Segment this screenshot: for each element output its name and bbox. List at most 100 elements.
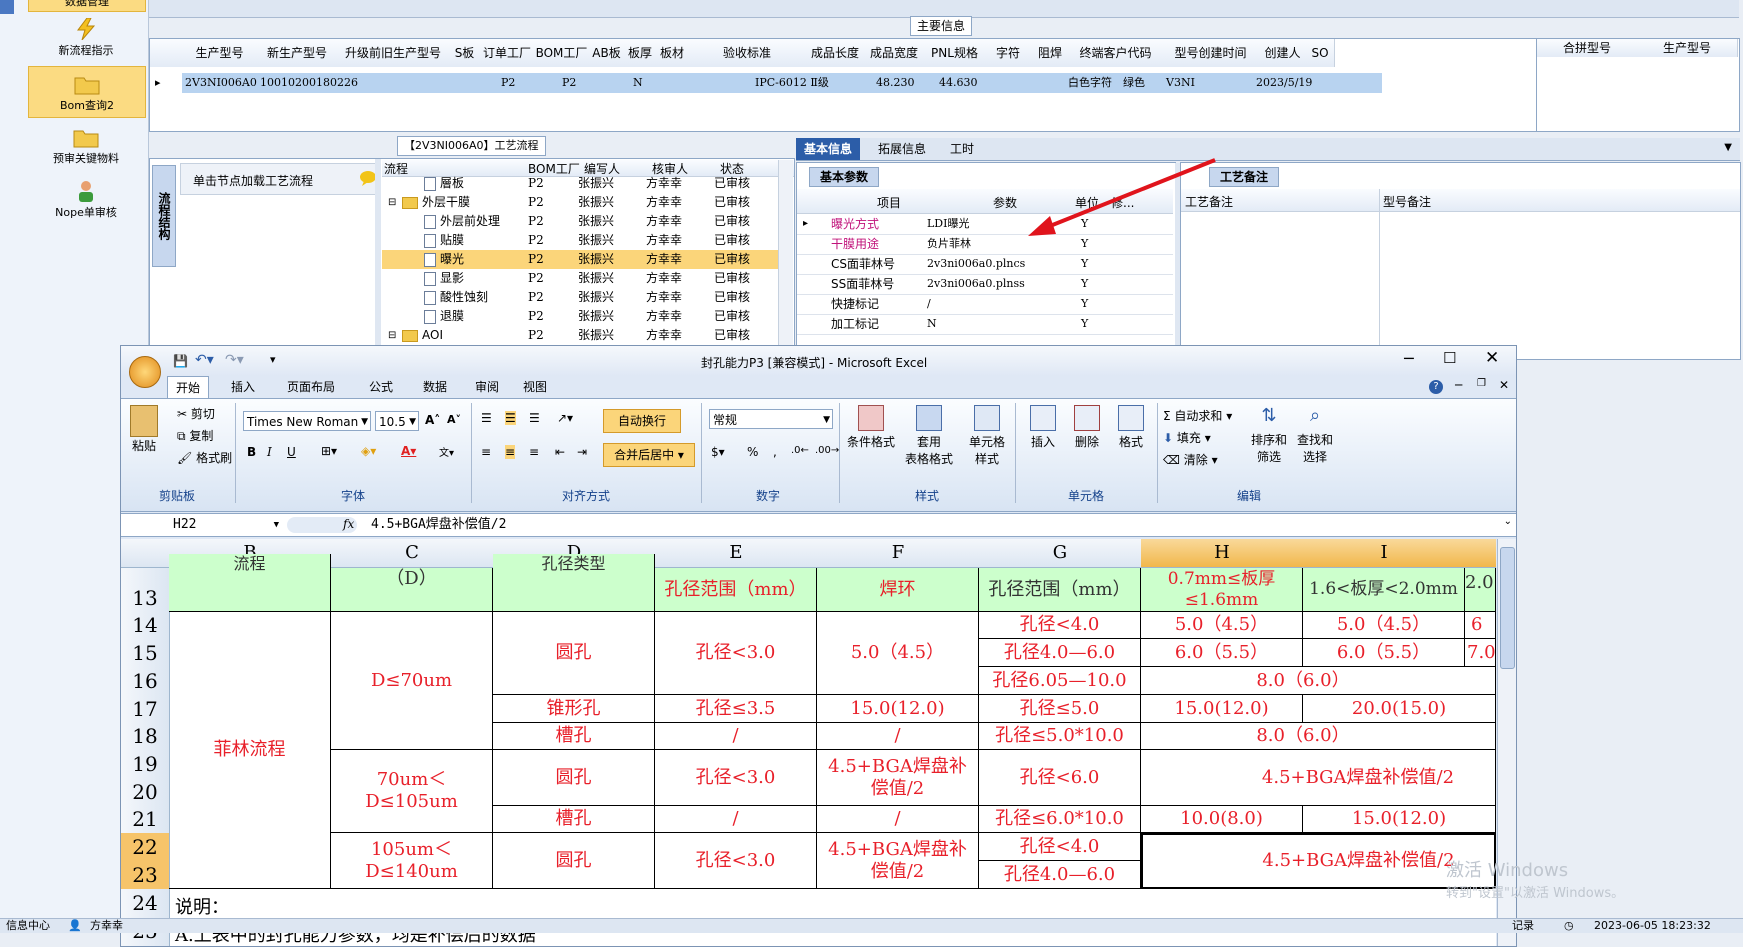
font-name-select[interactable]: Times New Roman ▼ xyxy=(243,411,371,431)
nav-item-new-flow[interactable]: 新流程指示 xyxy=(28,12,144,62)
cell-j14[interactable]: 6 xyxy=(1465,612,1496,639)
percent-icon[interactable]: % xyxy=(747,445,758,459)
cell-d-cone[interactable]: 锥形孔 xyxy=(493,695,655,723)
status-record[interactable]: 记录 xyxy=(1512,919,1534,933)
tree-row[interactable]: 層板 P2 张振兴 方幸幸 已审核 xyxy=(382,174,778,193)
tab-data[interactable]: 数据 xyxy=(415,376,455,398)
row-header[interactable]: 22 xyxy=(121,833,170,862)
decrease-decimal-icon[interactable]: .00→ xyxy=(815,445,839,456)
column-header[interactable]: C xyxy=(331,539,494,568)
merge-center-button[interactable]: 合并后居中 ▾ xyxy=(603,443,695,467)
cell-g17[interactable]: 孔径≤5.0 xyxy=(979,695,1141,723)
collapse-icon[interactable]: ⊟ xyxy=(388,326,396,345)
column-header[interactable]: G xyxy=(979,539,1142,568)
cell-f-18[interactable]: / xyxy=(817,723,979,750)
load-hint-box[interactable]: 单击节点加载工艺流程 xyxy=(180,163,379,195)
copy-button[interactable]: ⧉ 复制 xyxy=(177,427,213,444)
header-cell[interactable]: 字符 xyxy=(985,39,1032,67)
column-header[interactable]: H xyxy=(1141,539,1304,568)
cell-new-model[interactable]: 10010200180226 xyxy=(257,73,358,93)
cell-e-14[interactable]: 孔径<3.0 xyxy=(655,612,817,695)
tab-view[interactable]: 视图 xyxy=(515,376,555,398)
format-cells-button[interactable]: 格式 xyxy=(1111,405,1151,450)
header-cell[interactable]: 升级前旧生产型号 xyxy=(337,39,450,67)
tree-row[interactable]: 显影 P2 张振兴 方幸幸 已审核 xyxy=(382,269,778,288)
close-icon[interactable]: ✕ xyxy=(1485,348,1499,368)
cell-e-18[interactable]: / xyxy=(655,723,817,750)
cell-styles-button[interactable]: 单元格 样式 xyxy=(963,405,1011,467)
header-cell[interactable]: 成品宽度 xyxy=(864,39,925,67)
params-row[interactable]: 快捷标记 / Y xyxy=(797,294,1173,315)
row-header[interactable]: 24 xyxy=(121,889,170,918)
sort-filter-button[interactable]: ⇅ 排序和 筛选 xyxy=(1247,405,1291,465)
column-header[interactable]: I xyxy=(1303,539,1466,568)
cell-length[interactable]: 48.230 xyxy=(873,73,915,93)
cell-hi22-selected[interactable]: 4.5+BGA焊盘补偿值/2 xyxy=(1141,833,1496,889)
header-cell[interactable]: S板 xyxy=(449,39,481,67)
conditional-format-button[interactable]: 条件格式 xyxy=(845,405,897,450)
expand-formula-icon[interactable]: ⌄ xyxy=(1504,516,1512,527)
cell-f-14[interactable]: 5.0（4.5） xyxy=(817,612,979,695)
underline-icon[interactable]: U xyxy=(287,445,296,459)
grow-font-icon[interactable]: A˄ xyxy=(425,413,440,427)
tree-row[interactable]: 酸性蚀刻 P2 张振兴 方幸幸 已审核 xyxy=(382,288,778,307)
cell-b24[interactable]: 说明： xyxy=(175,893,229,919)
cell-c12[interactable]: （D） xyxy=(331,568,493,612)
redo-icon[interactable]: ↷▾ xyxy=(225,352,244,368)
cell-h14[interactable]: 5.0（4.5） xyxy=(1141,612,1303,639)
align-right-icon[interactable]: ≡ xyxy=(529,445,539,459)
fx-icon[interactable]: fx xyxy=(343,517,354,531)
header-cell[interactable]: PNL规格 xyxy=(924,39,986,67)
params-row[interactable]: 加工标记 N Y xyxy=(797,314,1173,335)
header-cell[interactable]: 参数 xyxy=(993,194,1017,211)
tab-basic-params[interactable]: 基本参数 xyxy=(809,167,880,187)
ribbon-minimize-icon[interactable]: ─ xyxy=(1455,378,1462,392)
header-cell[interactable]: 创建人 xyxy=(1259,39,1307,67)
header-cell[interactable]: 板材 xyxy=(656,39,689,67)
cell-g16[interactable]: 孔径6.05—10.0 xyxy=(979,667,1141,695)
tree-row[interactable]: AOI ⊟ P2 张振兴 方幸幸 已审核 xyxy=(382,326,778,345)
cell-c-d1[interactable]: D≤70um xyxy=(331,612,493,750)
cell-f-22[interactable]: 4.5+BGA焊盘补偿值/2 xyxy=(817,833,979,889)
tree-row[interactable]: 外层前处理 P2 张振兴 方幸幸 已审核 xyxy=(382,212,778,231)
increase-indent-icon[interactable]: ⇥ xyxy=(577,445,587,459)
phonetic-icon[interactable]: 文▾ xyxy=(439,444,454,459)
customize-toolbar-icon[interactable]: ▾ xyxy=(270,353,276,366)
cell-h17[interactable]: 15.0(12.0) xyxy=(1141,695,1303,723)
cell-h21[interactable]: 10.0(8.0) xyxy=(1141,806,1303,833)
chevron-down-icon[interactable]: ▼ xyxy=(1724,142,1732,153)
side-tab-flow-structure[interactable]: 流程结构 xyxy=(152,165,176,267)
column-header[interactable]: E xyxy=(655,539,818,568)
cell-g18[interactable]: 孔径≤5.0*10.0 xyxy=(979,723,1141,750)
number-format-select[interactable]: 常规 ▼ xyxy=(709,409,833,429)
save-icon[interactable]: 💾 xyxy=(173,354,188,368)
cell-hi16[interactable]: 8.0（6.0） xyxy=(1141,667,1496,695)
clear-button[interactable]: ⌫ 清除 ▾ xyxy=(1163,451,1218,468)
cell-ab-board[interactable]: N xyxy=(630,73,643,93)
column-header[interactable] xyxy=(1465,539,1496,568)
tree-row[interactable]: 退膜 P2 张振兴 方幸幸 已审核 xyxy=(382,307,778,326)
align-center-icon[interactable]: ≡ xyxy=(505,445,516,459)
fill-color-icon[interactable]: ◈▾ xyxy=(361,444,376,458)
tree-row[interactable]: 外层干膜 ⊟ P2 张振兴 方幸幸 已审核 xyxy=(382,193,778,212)
cell-bom-factory[interactable]: P2 xyxy=(559,73,576,93)
align-bottom-icon[interactable]: ☰ xyxy=(529,411,540,425)
cell-d-round3[interactable]: 圆孔 xyxy=(493,833,655,889)
nav-item-nope-review[interactable]: Nope单审核 xyxy=(28,174,144,224)
scrollbar-thumb[interactable] xyxy=(1500,547,1515,669)
cut-button[interactable]: ✂ 剪切 xyxy=(177,405,215,422)
row-header[interactable]: 23 xyxy=(121,861,170,890)
main-info-row[interactable]: ▸ 2V3NI006A0 10010200180226 P2 P2 N IPC-… xyxy=(150,73,1536,93)
cell-order-factory[interactable]: P2 xyxy=(498,73,515,93)
cell-g15[interactable]: 孔径4.0—6.0 xyxy=(979,639,1141,667)
tab-formulas[interactable]: 公式 xyxy=(361,376,401,398)
orientation-icon[interactable]: ↗▾ xyxy=(557,411,573,425)
cell-f-19[interactable]: 4.5+BGA焊盘补偿值/2 xyxy=(817,750,979,806)
tab-page-layout[interactable]: 页面布局 xyxy=(279,376,343,398)
cell-created-date[interactable]: 2023/5/19 xyxy=(1253,73,1312,93)
params-row[interactable]: CS面菲林号 2v3ni006a0.plncs Y xyxy=(797,254,1173,275)
cell-h13[interactable]: 0.7mm≤板厚≤1.6mm xyxy=(1141,568,1303,612)
splitter[interactable] xyxy=(375,159,381,359)
maximize-icon[interactable]: ☐ xyxy=(1443,349,1456,367)
row-header[interactable]: 21 xyxy=(121,806,170,834)
